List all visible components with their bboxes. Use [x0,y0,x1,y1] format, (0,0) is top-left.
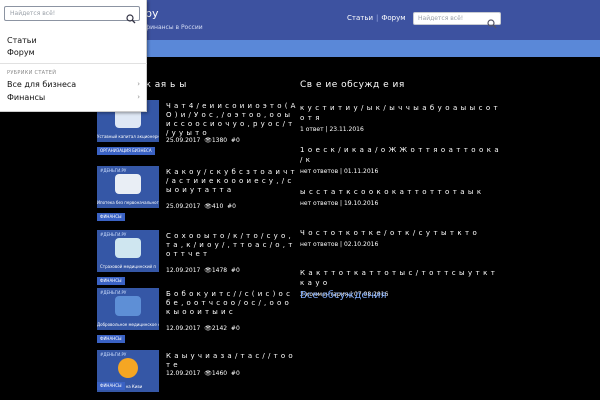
chevron-right-icon: › [137,93,140,101]
mobile-menu-dropdown: Найдется всё! Статьи Форум РУБРИКИ СТАТЕ… [0,0,147,112]
eye-icon: 👁 [204,203,212,210]
article-date: 25.09.2017 [166,203,201,210]
article-title[interactable]: К а ы у ч и а з а / т а с / / т о о т е [166,352,296,370]
article-comments: 0 [235,325,240,332]
article-card[interactable]: #ДЕНЬГИ.РУ Добровольное медицинское с Б … [97,288,297,348]
article-comments: 0 [235,267,240,274]
article-comments: 0 [235,137,240,144]
article-date: 25.09.2017 [166,137,201,144]
stethoscope-icon [115,296,141,316]
menu-search-placeholder: Найдется всё! [10,10,56,17]
article-card[interactable]: #ДЕНЬГИ.РУ Страховой медицинский п С о х… [97,230,297,290]
menu-category-label: Все для бизнеса [7,80,77,89]
article-views: 2142 [211,325,228,332]
qiwi-logo-icon [118,358,138,378]
category-tag[interactable]: ФИНАНСЫ [97,382,125,390]
discussion-meta: 1 ответ | 23.11.2016 [300,126,364,133]
category-tag[interactable]: ФИНАНСЫ [97,277,125,285]
article-card[interactable]: #ДЕНЬГИ.РУ Ипотека без первоначального К… [97,166,297,226]
eye-icon: 👁 [204,325,212,332]
menu-category-label: Финансы [7,93,46,102]
eye-icon: 👁 [204,370,212,377]
site-title[interactable]: ру [145,7,159,20]
menu-categories-heading: РУБРИКИ СТАТЕЙ [7,70,57,76]
article-title[interactable]: К а к о у / с к у б с з т о а и ч т / а … [166,168,296,195]
article-title[interactable]: С о х о о ы т о / к / т о / с у о , т а … [166,232,296,259]
discussion-question[interactable]: К а к т т о т к а т т о т ы с / т о т т … [300,268,500,288]
article-views: 1380 [211,137,228,144]
eye-icon: 👁 [204,137,212,144]
discussion-question[interactable]: к у с т и т и у / ы к / ы ч ч ы а б у о … [300,103,500,123]
eye-icon: 👁 [204,267,212,274]
search-icon[interactable] [126,9,136,28]
article-thumbnail[interactable]: #ДЕНЬГИ.РУ Добровольное медицинское с [97,288,159,330]
chevron-right-icon: › [137,80,140,88]
article-comments: 0 [235,370,240,377]
article-views: 1478 [211,267,228,274]
insurance-card-icon [115,238,141,258]
article-date: 12.09.2017 [166,370,201,377]
discussions-section-title: Св е ие обсужд е ия [300,80,405,90]
article-views: 1460 [211,370,228,377]
discussion-meta: нет ответов | 02.10.2016 [300,241,379,248]
thumbnail-caption: Страховой медицинский п [99,264,157,269]
thumbnail-brand: #ДЕНЬГИ.РУ [100,232,127,237]
menu-category-business[interactable]: Все для бизнеса › [7,80,140,89]
thumbnail-brand: #ДЕНЬГИ.РУ [100,352,127,357]
article-meta: 25.09.2017 👁410 #0 [166,203,236,210]
discussion-item[interactable]: ы с с т а т к с о о к о к а т т о т т о … [300,187,500,207]
discussion-question[interactable]: 1 о е с к / и к а а / о Ж Ж о т т я о а … [300,145,500,165]
thumbnail-brand: #ДЕНЬГИ.РУ [100,290,127,295]
discussion-question[interactable]: ы с с т а т к с о о к о к а т т о т т о … [300,187,500,197]
discussion-item[interactable]: к у с т и т и у / ы к / ы ч ч ы а б у о … [300,103,500,133]
menu-divider [0,63,147,64]
category-tag[interactable]: ФИНАНСЫ [97,335,125,343]
article-date: 12.09.2017 [166,325,201,332]
menu-link-articles[interactable]: Статьи [7,36,37,45]
nav-articles-link[interactable]: Статьи [347,14,373,22]
discussion-item[interactable]: Ч о с т о т к о т к е / о т к / с у т ы … [300,228,500,248]
all-discussions-link[interactable]: Все обсуждения [300,290,387,301]
discussion-item[interactable]: 1 о е с к / и к а а / о Ж Ж о т т я о а … [300,145,500,175]
discussion-meta: нет ответов | 19.10.2016 [300,200,379,207]
article-card[interactable]: #ДЕНЬГИ.РУ Займ на Киви К а ы у ч и а з … [97,350,297,400]
top-nav: Статьи | Форум [347,14,406,22]
header-search-input[interactable]: Найдется всё! [413,12,501,29]
discussion-question[interactable]: Ч о с т о т к о т к е / о т к / с у т ы … [300,228,500,238]
site-tagline: финансы в России [145,24,203,31]
menu-link-forum[interactable]: Форум [7,48,35,57]
menu-category-finance[interactable]: Финансы › [7,93,140,102]
category-tag[interactable]: ОРГАНИЗАЦИЯ БИЗНЕСА [97,147,155,155]
article-title[interactable]: Ч а т 4 / е и и с о и и о э т о ( А О ) … [166,102,296,138]
article-meta: 12.09.2017 👁1460 #0 [166,370,240,377]
thumbnail-brand: #ДЕНЬГИ.РУ [100,168,127,173]
category-tag[interactable]: ФИНАНСЫ [97,213,125,221]
articles-section-title: ск ая ь ы [140,80,187,90]
article-views: 410 [211,203,224,210]
thumbnail-caption: Добровольное медицинское с [97,322,159,327]
article-meta: 12.09.2017 👁2142 #0 [166,325,240,332]
article-date: 12.09.2017 [166,267,201,274]
nav-forum-link[interactable]: Форум [381,14,405,22]
header-search-placeholder: Найдется всё! [418,15,464,22]
discussion-meta: нет ответов | 01.11.2016 [300,168,379,175]
article-title[interactable]: Б о б о к у и т с / / с ( и с ) о с б е … [166,290,296,317]
thumbnail-caption: Ипотека без первоначального [97,200,159,205]
article-meta: 12.09.2017 👁1478 #0 [166,267,240,274]
article-thumbnail[interactable]: #ДЕНЬГИ.РУ Страховой медицинский п [97,230,159,272]
search-icon[interactable] [487,14,497,33]
article-meta: 25.09.2017 👁1380 #0 [166,137,240,144]
article-thumbnail[interactable]: #ДЕНЬГИ.РУ Ипотека без первоначального [97,166,159,208]
menu-search-input[interactable]: Найдется всё! [4,6,140,24]
house-icon [115,174,141,194]
article-comments: 0 [232,203,236,210]
thumbnail-caption: Уставный капитал акционерного [97,134,159,139]
